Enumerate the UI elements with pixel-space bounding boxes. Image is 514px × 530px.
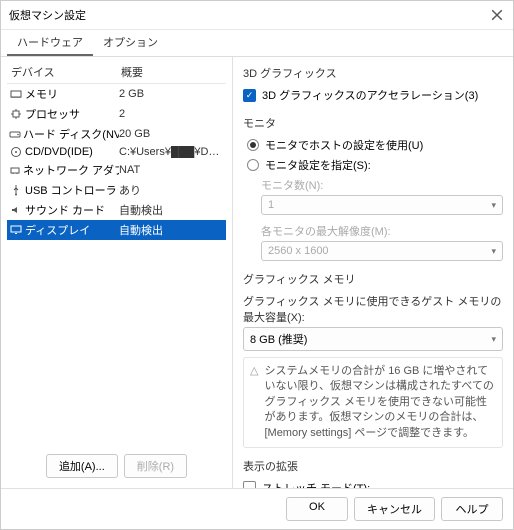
device-row[interactable]: ハード ディスク(NVMe)20 GB bbox=[7, 124, 226, 144]
device-row[interactable]: CD/DVD(IDE)C:¥Users¥███¥Downloads¥Al... bbox=[7, 144, 226, 160]
gmem-select[interactable]: 8 GB (推奨) ▾ bbox=[243, 327, 503, 351]
chevron-down-icon: ▾ bbox=[491, 200, 496, 211]
dialog-footer: OK キャンセル ヘルプ bbox=[1, 488, 513, 529]
device-row[interactable]: プロセッサ2 bbox=[7, 104, 226, 124]
group-monitors: モニタ モニタでホストの設定を使用(U) モニタ設定を指定(S): モニタ数(N… bbox=[243, 115, 503, 261]
ok-button[interactable]: OK bbox=[286, 497, 348, 521]
device-row[interactable]: サウンド カード自動検出 bbox=[7, 200, 226, 220]
help-button[interactable]: ヘルプ bbox=[441, 497, 503, 521]
chevron-down-icon: ▾ bbox=[491, 246, 496, 257]
max-res-label: 各モニタの最大解像度(M): bbox=[261, 221, 503, 241]
use-host-label: モニタでホストの設定を使用(U) bbox=[265, 137, 423, 153]
group-3d-graphics: 3D グラフィックス 3D グラフィックスのアクセラレーション(3) bbox=[243, 65, 503, 105]
settings-panel: 3D グラフィックス 3D グラフィックスのアクセラレーション(3) モニタ モ… bbox=[233, 57, 513, 488]
cd-icon bbox=[9, 146, 23, 158]
monitor-count-label: モニタ数(N): bbox=[261, 175, 503, 195]
window-title: 仮想マシン設定 bbox=[9, 7, 489, 23]
col-summary: 概要 bbox=[121, 64, 143, 80]
group-display-extension: 表示の拡張 ストレッチ モード(T): 拡大縮小の縦横比を保持(K) 縦横比を維… bbox=[243, 458, 503, 488]
monitor-count-select[interactable]: 1 ▾ bbox=[261, 195, 503, 215]
devices-panel: デバイス 概要 メモリ2 GB プロセッサ2 ハード ディスク(NVMe)20 … bbox=[1, 57, 233, 488]
cancel-button[interactable]: キャンセル bbox=[354, 497, 435, 521]
col-device: デバイス bbox=[11, 64, 121, 80]
device-row[interactable]: メモリ2 GB bbox=[7, 84, 226, 104]
use-host-radio[interactable] bbox=[247, 139, 259, 151]
tab-hardware[interactable]: ハードウェア bbox=[7, 30, 93, 56]
group-title: モニタ bbox=[243, 115, 503, 131]
tab-options[interactable]: オプション bbox=[93, 30, 168, 56]
gmem-warning: △ システムメモリの合計が 16 GB に増やされていない限り、仮想マシンは構成… bbox=[243, 357, 503, 448]
group-title: グラフィックス メモリ bbox=[243, 271, 503, 287]
chevron-down-icon: ▾ bbox=[491, 334, 496, 345]
specify-radio[interactable] bbox=[247, 159, 259, 171]
warning-icon: △ bbox=[250, 364, 258, 441]
accel-3d-checkbox[interactable] bbox=[243, 89, 256, 102]
net-icon bbox=[9, 164, 21, 176]
tab-bar: ハードウェア オプション bbox=[1, 30, 513, 57]
display-icon bbox=[9, 224, 23, 236]
title-bar: 仮想マシン設定 bbox=[1, 1, 513, 30]
cpu-icon bbox=[9, 108, 23, 120]
remove-button[interactable]: 削除(R) bbox=[124, 454, 187, 478]
device-row[interactable]: USB コントローラあり bbox=[7, 180, 226, 200]
group-title: 表示の拡張 bbox=[243, 458, 503, 474]
accel-3d-label: 3D グラフィックスのアクセラレーション(3) bbox=[262, 87, 478, 103]
gmem-label: グラフィックス メモリに使用できるゲスト メモリの最大容量(X): bbox=[243, 291, 503, 327]
specify-label: モニタ設定を指定(S): bbox=[265, 157, 371, 173]
group-graphics-memory: グラフィックス メモリ グラフィックス メモリに使用できるゲスト メモリの最大容… bbox=[243, 271, 503, 448]
close-icon[interactable] bbox=[489, 7, 505, 23]
device-list-header: デバイス 概要 bbox=[7, 61, 226, 84]
max-res-select[interactable]: 2560 x 1600 ▾ bbox=[261, 241, 503, 261]
stretch-mode-label: ストレッチ モード(T): bbox=[262, 480, 370, 488]
device-row[interactable]: ディスプレイ自動検出 bbox=[7, 220, 226, 240]
device-row[interactable]: ネットワーク アダプタNAT bbox=[7, 160, 226, 180]
memory-icon bbox=[9, 88, 23, 100]
device-list: メモリ2 GB プロセッサ2 ハード ディスク(NVMe)20 GB CD/DV… bbox=[7, 84, 226, 448]
disk-icon bbox=[9, 128, 21, 140]
group-title: 3D グラフィックス bbox=[243, 65, 503, 81]
sound-icon bbox=[9, 204, 23, 216]
add-button[interactable]: 追加(A)... bbox=[46, 454, 118, 478]
usb-icon bbox=[9, 184, 23, 196]
